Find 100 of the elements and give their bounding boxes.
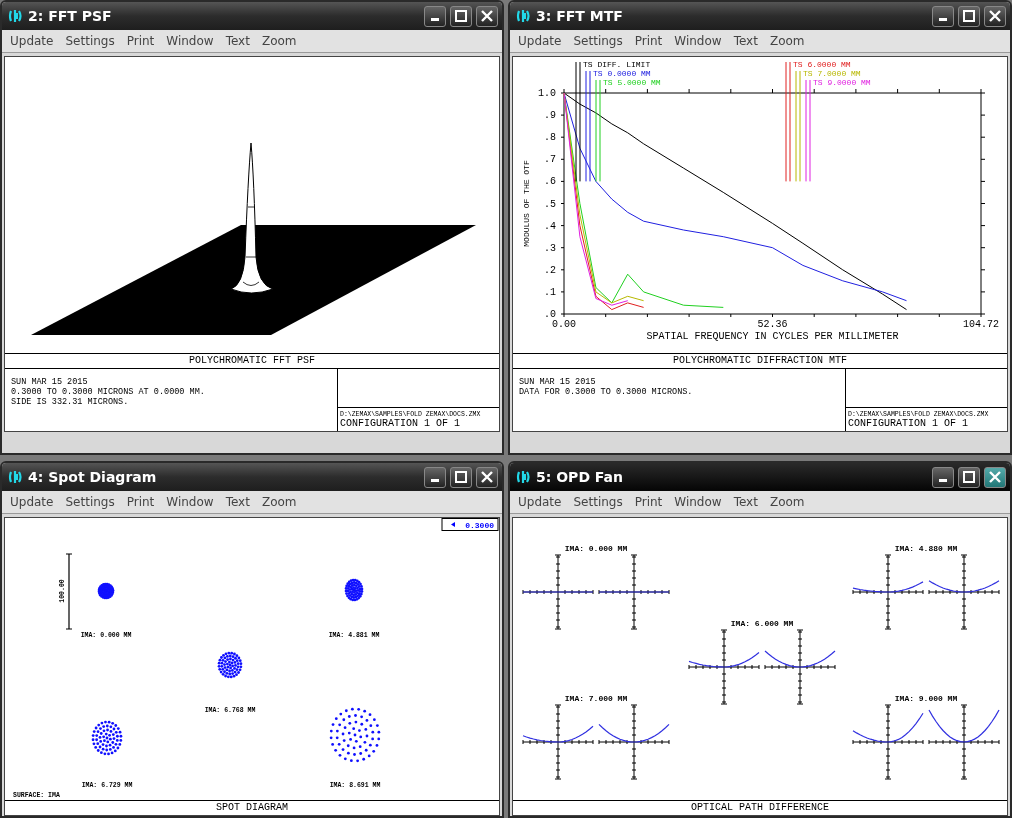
wavelength-value: 0.3000	[465, 521, 494, 530]
minimize-icon	[431, 18, 439, 21]
app-icon	[8, 469, 24, 485]
menu-item[interactable]: Settings	[568, 33, 628, 49]
close-button[interactable]	[984, 5, 1006, 27]
legend-label: TS 9.0000 MM	[813, 78, 871, 87]
field-label: IMA: 6.000 MM	[730, 619, 794, 628]
configuration-label: CONFIGURATION 1 OF 1	[847, 418, 970, 431]
y-tick-label: 1.0	[538, 88, 556, 99]
window-title: 5: OPD Fan	[536, 469, 624, 485]
menu-item[interactable]: Print	[121, 494, 160, 510]
menu-item[interactable]: Text	[220, 494, 255, 510]
fan-curve	[598, 723, 670, 743]
maximize-icon	[963, 10, 975, 22]
maximize-button[interactable]	[450, 466, 472, 488]
minimize-icon	[939, 479, 947, 482]
field-label: IMA: 9.000 MM	[894, 694, 958, 703]
close-icon	[989, 471, 1001, 483]
menu-item[interactable]: Print	[121, 33, 160, 49]
y-tick-label: .6	[544, 176, 556, 188]
close-button[interactable]	[476, 5, 498, 27]
app-icon	[516, 8, 532, 24]
close-icon	[989, 10, 1001, 22]
maximize-button[interactable]	[450, 5, 472, 27]
fan-curve	[852, 712, 924, 743]
menu-item[interactable]: Zoom	[256, 494, 302, 510]
fan-curve	[852, 581, 924, 593]
y-tick-label: .9	[544, 110, 556, 122]
menu-item[interactable]: Settings	[60, 33, 120, 49]
plot-title: OPTICAL PATH DIFFERENCE	[513, 800, 1007, 815]
info-line: SIDE IS 332.31 MICRONS.	[11, 397, 130, 407]
close-button[interactable]	[476, 466, 498, 488]
fan-curve	[928, 709, 1000, 743]
legend-label: TS 7.0000 MM	[803, 69, 861, 78]
legend-label: TS DIFF. LIMIT	[583, 60, 651, 69]
menu-item[interactable]: Window	[669, 494, 727, 510]
spot-pattern	[91, 720, 123, 756]
plot-title: POLYCHROMATIC FFT PSF	[5, 353, 499, 368]
info-line: SUN MAR 15 2015	[519, 377, 597, 387]
info-line: 0.3000 TO 0.3000 MICRONS AT 0.0000 MM.	[11, 387, 206, 397]
y-axis-label: MODULUS OF THE OTF	[522, 160, 531, 247]
maximize-icon	[455, 471, 467, 483]
menu-item[interactable]: Window	[161, 33, 219, 49]
legend-label: TS 5.0000 MM	[603, 78, 661, 87]
spot-pattern	[329, 707, 381, 763]
close-icon	[481, 10, 493, 22]
menu-item[interactable]: Settings	[568, 494, 628, 510]
menu-item[interactable]: Zoom	[256, 33, 302, 49]
menu-item[interactable]: Settings	[60, 494, 120, 510]
spot-pattern	[217, 651, 243, 679]
y-tick-label: .1	[544, 286, 556, 298]
menu-item[interactable]: Text	[220, 33, 255, 49]
configuration-label: CONFIGURATION 1 OF 1	[339, 418, 462, 431]
close-button[interactable]	[984, 466, 1006, 488]
minimize-button[interactable]	[932, 466, 954, 488]
menu-item[interactable]: Update	[513, 494, 567, 510]
spot-pattern	[344, 578, 364, 602]
plot-title: POLYCHROMATIC DIFFRACTION MTF	[513, 353, 1007, 368]
y-tick-label: .0	[544, 309, 556, 320]
spot-pattern	[97, 582, 115, 600]
minimize-button[interactable]	[424, 5, 446, 27]
menu-item[interactable]: Window	[161, 494, 219, 510]
field-label: IMA: 7.000 MM	[564, 694, 628, 703]
menu-item[interactable]: Print	[629, 494, 668, 510]
maximize-icon	[455, 10, 467, 22]
x-tick-label: 52.36	[757, 319, 788, 330]
fan-curve	[764, 650, 836, 668]
window-title: 3: FFT MTF	[536, 8, 623, 24]
legend-label: TS 6.0000 MM	[793, 60, 851, 69]
maximize-icon	[963, 471, 975, 483]
menu-item[interactable]: Zoom	[764, 33, 810, 49]
close-icon	[481, 471, 493, 483]
y-tick-label: .7	[544, 154, 556, 166]
y-tick-label: .4	[544, 220, 556, 232]
window-title: 2: FFT PSF	[28, 8, 112, 24]
menu-item[interactable]: Window	[669, 33, 727, 49]
menu-item[interactable]: Update	[5, 494, 59, 510]
maximize-button[interactable]	[958, 5, 980, 27]
info-line: SUN MAR 15 2015	[11, 377, 89, 387]
fan-curve	[522, 725, 594, 743]
minimize-button[interactable]	[932, 5, 954, 27]
maximize-button[interactable]	[958, 466, 980, 488]
y-tick-label: .2	[544, 264, 556, 276]
menu-item[interactable]: Text	[728, 33, 763, 49]
x-tick-label: 0.00	[552, 319, 576, 330]
plot-title: SPOT DIAGRAM	[5, 800, 499, 815]
legend-label: TS 0.0000 MM	[593, 69, 651, 78]
info-line: DATA FOR 0.3000 TO 0.3000 MICRONS.	[519, 387, 694, 397]
menu-item[interactable]: Zoom	[764, 494, 810, 510]
menu-item[interactable]: Update	[5, 33, 59, 49]
minimize-icon	[431, 479, 439, 482]
window-title: 4: Spot Diagram	[28, 469, 157, 485]
menu-item[interactable]: Text	[728, 494, 763, 510]
arrow-icon	[451, 522, 455, 527]
y-tick-label: .3	[544, 242, 556, 254]
minimize-button[interactable]	[424, 466, 446, 488]
x-axis-label: SPATIAL FREQUENCY IN CYCLES PER MILLIMETER	[646, 331, 899, 342]
menu-item[interactable]: Update	[513, 33, 567, 49]
x-tick-label: 104.72	[963, 319, 999, 330]
menu-item[interactable]: Print	[629, 33, 668, 49]
